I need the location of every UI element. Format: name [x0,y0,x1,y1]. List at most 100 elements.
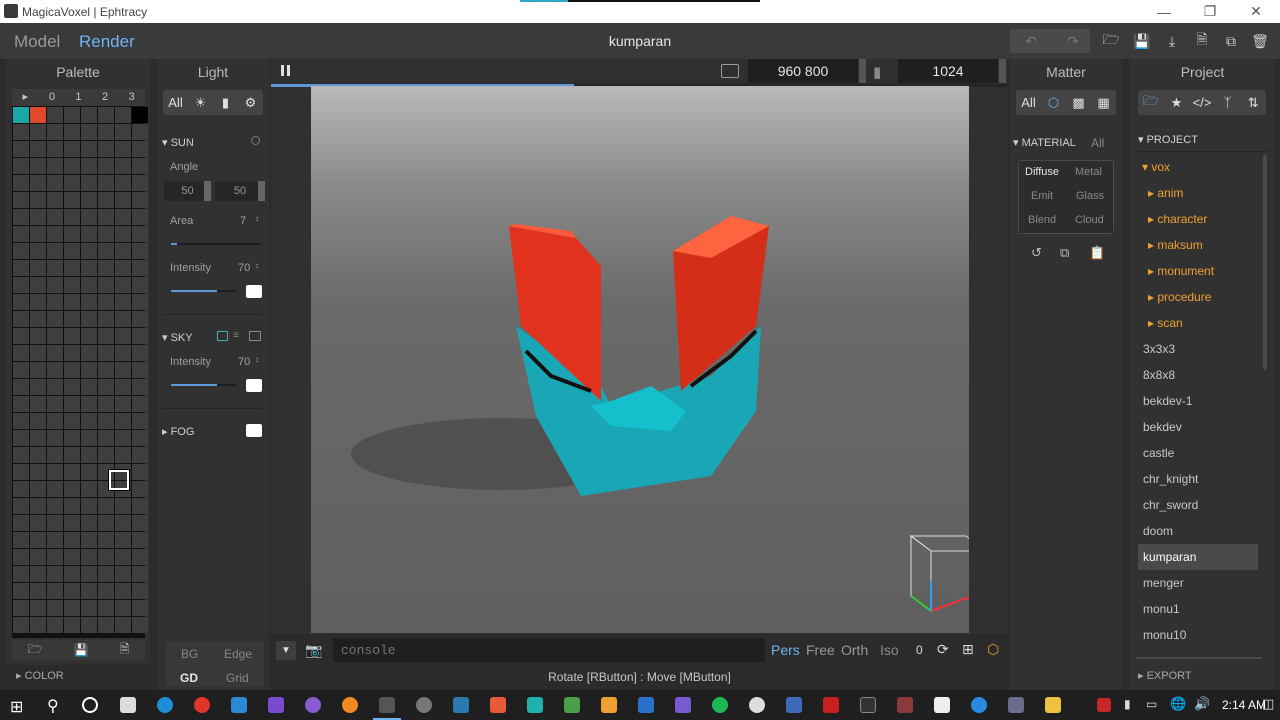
palette-cell[interactable] [47,566,63,582]
palette-cell[interactable] [47,447,63,463]
palette-cell[interactable] [81,413,97,429]
palette-cell[interactable] [115,549,131,565]
palette-cell[interactable] [13,464,29,480]
folder-item[interactable]: ▸ monument [1148,258,1214,284]
palette-cell[interactable] [81,294,97,310]
file-item[interactable]: bekdev [1143,414,1182,440]
project-section-header[interactable]: ▾ PROJECT [1138,133,1198,146]
palette-cell[interactable] [64,481,80,497]
palette-cell[interactable] [132,600,148,616]
palette-cell[interactable] [132,379,148,395]
camera-icon[interactable]: 📷 [305,642,322,659]
palette-cell[interactable] [132,158,148,174]
palette-cell[interactable] [13,430,29,446]
area-slider[interactable] [171,243,261,245]
palette-cell[interactable] [13,141,29,157]
palette-cell[interactable] [64,379,80,395]
palette-cell[interactable] [81,175,97,191]
palette-cell[interactable] [64,209,80,225]
app-white-icon[interactable] [749,697,765,713]
open-folder-icon[interactable]: 🗁 [1100,31,1122,51]
palette-cell[interactable] [30,362,46,378]
chart-filter-icon[interactable]: ▮ [213,95,238,111]
app-blue-icon[interactable] [453,697,469,713]
clock[interactable]: 2:14 AM [1222,698,1266,712]
app-dark-red-icon[interactable] [897,697,913,713]
palette-cell[interactable] [47,532,63,548]
palette-cell[interactable] [81,600,97,616]
render-viewport[interactable] [311,86,969,633]
resolution-field[interactable]: 960 800 [748,59,858,83]
powershell-icon[interactable] [786,697,802,713]
palette-cell[interactable] [81,566,97,582]
palette-cell[interactable] [47,294,63,310]
material-section-header[interactable]: ▾ MATERIAL [1013,136,1076,149]
palette-cell[interactable] [64,141,80,157]
project-hscrollbar[interactable] [1136,657,1262,659]
palette-cell[interactable] [30,192,46,208]
palette-cell[interactable] [47,141,63,157]
palette-cell[interactable] [98,141,114,157]
palette-cell[interactable] [132,430,148,446]
palette-cell[interactable] [30,583,46,599]
network-icon[interactable]: 🌐 [1170,696,1186,712]
palette-cell[interactable] [132,328,148,344]
palette-cell[interactable] [13,175,29,191]
figma-icon[interactable] [490,697,506,713]
sort-icon[interactable]: ⇅ [1240,95,1266,111]
cube-filter-icon[interactable]: ⬡ [1041,95,1066,111]
palette-cell[interactable] [30,413,46,429]
sun-filter-icon[interactable]: ☀ [188,95,213,111]
palette-tab-3[interactable]: 3 [118,89,145,106]
palette-cell[interactable] [81,481,97,497]
palette-cell[interactable] [30,600,46,616]
palette-cell[interactable] [30,345,46,361]
angle-a-handle[interactable] [204,181,211,201]
palette-cell[interactable] [115,158,131,174]
close-icon[interactable]: ✕ [1233,0,1279,23]
palette-cell[interactable] [132,447,148,463]
project-scrollbar[interactable] [1263,155,1267,370]
palette-cell[interactable] [98,532,114,548]
new-file-icon[interactable]: 🗎 [1191,31,1213,51]
palette-cell[interactable] [13,107,29,123]
iso-value[interactable]: 0 [916,643,923,657]
palette-cell[interactable] [132,532,148,548]
sun-color-swatch[interactable] [246,285,262,298]
volume-icon[interactable]: 🔊 [1194,696,1210,712]
app-teal-icon[interactable] [527,697,543,713]
palette-cell[interactable] [81,141,97,157]
palette-cell[interactable] [13,209,29,225]
palette-new-icon[interactable]: 🗎 [120,640,130,661]
palette-cell[interactable] [13,600,29,616]
palette-cell[interactable] [115,600,131,616]
palette-cell[interactable] [81,583,97,599]
palette-cell[interactable] [115,345,131,361]
palette-cell[interactable] [115,243,131,259]
palette-cell[interactable] [115,396,131,412]
palette-cell[interactable] [13,413,29,429]
palette-cell[interactable] [47,413,63,429]
palette-cell[interactable] [98,362,114,378]
light-filter-all[interactable]: All [163,95,188,110]
sky-gradient-mode-icon[interactable]: ≡ [233,330,239,341]
material-metal[interactable]: Metal [1075,166,1102,178]
palette-cell[interactable] [64,447,80,463]
palette-cell[interactable] [64,396,80,412]
palette-cell[interactable] [47,464,63,480]
palette-cell[interactable] [30,617,46,633]
palette-cell[interactable] [13,549,29,565]
palette-cell[interactable] [13,158,29,174]
palette-cell[interactable] [13,294,29,310]
palette-cell[interactable] [115,328,131,344]
palette-cell[interactable] [47,107,63,123]
palette-cell[interactable] [81,379,97,395]
palette-cell[interactable] [47,362,63,378]
palette-cell[interactable] [30,141,46,157]
palette-cell[interactable] [132,226,148,242]
palette-tab-2[interactable]: 2 [92,89,119,106]
palette-cell[interactable] [115,617,131,633]
sky-color-swatch[interactable] [246,379,262,392]
palette-cell[interactable] [115,209,131,225]
palette-cell[interactable] [81,260,97,276]
